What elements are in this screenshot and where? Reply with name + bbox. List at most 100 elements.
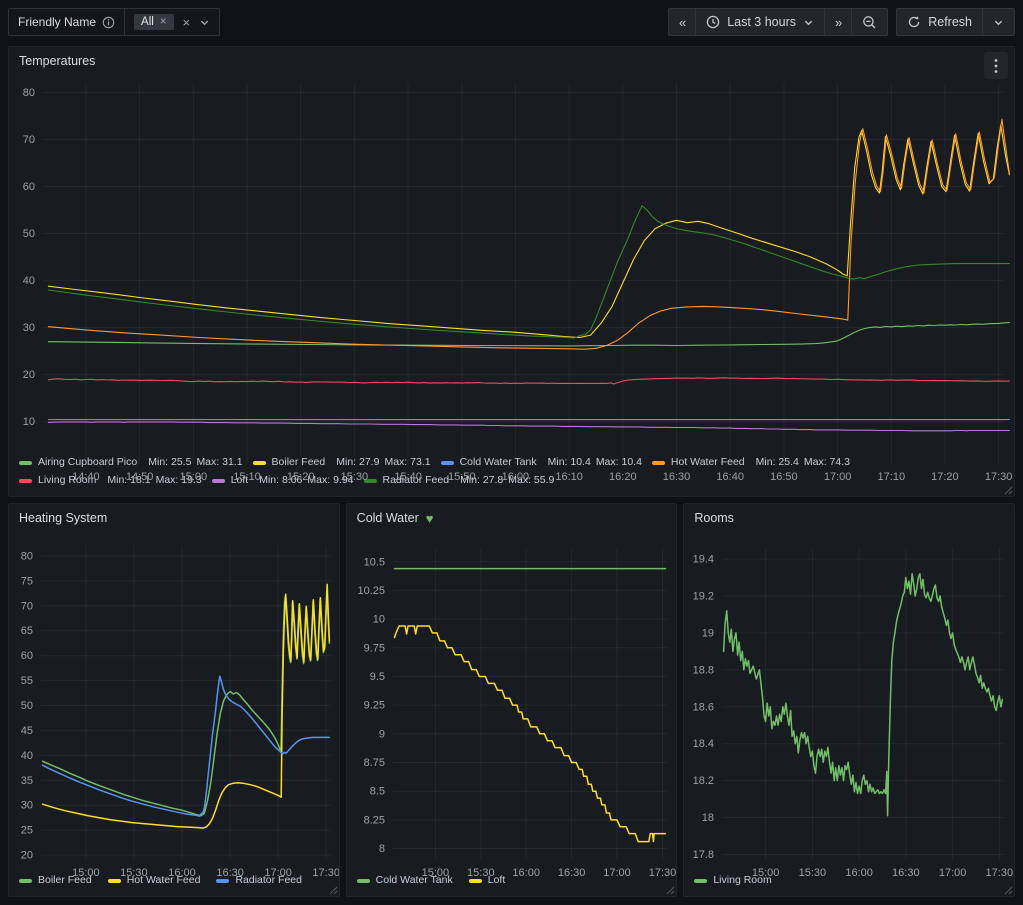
x-tick-label: 16:40 — [716, 471, 744, 483]
y-tick-label: 65 — [21, 625, 33, 637]
panel-header[interactable]: Heating System — [9, 504, 339, 532]
x-tick-label: 15:00 — [421, 867, 449, 879]
y-tick-label: 18.4 — [693, 738, 714, 750]
y-tick-label: 10.5 — [363, 556, 384, 568]
y-tick-label: 18 — [702, 812, 714, 824]
chevron-down-icon[interactable] — [199, 17, 210, 28]
y-tick-label: 8 — [379, 843, 385, 855]
x-tick-label: 16:00 — [168, 867, 196, 879]
filter-value-dropdown[interactable]: All × × — [125, 9, 219, 35]
panel-title: Cold Water — [357, 511, 419, 525]
cold-water-chart[interactable]: 88.258.58.7599.259.59.751010.2510.515:00… — [347, 532, 677, 886]
y-tick-label: 60 — [23, 181, 35, 193]
y-tick-label: 9.75 — [363, 642, 384, 654]
chevron-down-icon — [993, 17, 1004, 28]
series-line-airing_cupboard — [48, 322, 1009, 346]
x-tick-label: 14:50 — [126, 471, 154, 483]
remove-value-icon[interactable]: × — [160, 16, 167, 28]
panel-resize-handle[interactable] — [329, 886, 338, 895]
time-controls: « Last 3 hours » Refresh — [668, 8, 1015, 36]
chart-area[interactable]: 2025303540455055606570758015:0015:3016:0… — [9, 532, 339, 871]
panel-resize-handle[interactable] — [1004, 486, 1013, 495]
series-line-boiler_feed — [48, 125, 1009, 338]
y-tick-label: 19.2 — [693, 591, 714, 603]
x-tick-label: 14:40 — [72, 471, 100, 483]
refresh-label: Refresh — [928, 15, 972, 29]
y-tick-label: 9 — [379, 728, 385, 740]
x-tick-label: 15:00 — [180, 471, 208, 483]
y-tick-label: 60 — [21, 650, 33, 662]
y-tick-label: 9.25 — [363, 700, 384, 712]
panel-title: Rooms — [694, 511, 734, 525]
bottom-row: Heating System 2025303540455055606570758… — [8, 503, 1015, 897]
y-tick-label: 30 — [23, 322, 35, 334]
y-tick-label: 50 — [23, 228, 35, 240]
series-line-living_room — [48, 378, 1009, 384]
x-tick-label: 16:50 — [770, 471, 798, 483]
x-tick-label: 17:00 — [603, 867, 631, 879]
y-tick-label: 10 — [372, 614, 384, 626]
heart-icon: ♥ — [426, 512, 434, 525]
heating-system-chart[interactable]: 2025303540455055606570758015:0015:3016:0… — [9, 532, 339, 886]
y-tick-label: 18.2 — [693, 775, 714, 787]
time-picker-group: « Last 3 hours » — [668, 8, 888, 36]
y-tick-label: 80 — [23, 87, 35, 99]
y-tick-label: 40 — [23, 275, 35, 287]
y-tick-label: 8.25 — [363, 814, 384, 826]
y-tick-label: 18.8 — [693, 664, 714, 676]
info-circle-icon — [102, 16, 115, 29]
dashboard-page: Friendly Name All × × « Last 3 hours — [0, 0, 1023, 905]
panel-title: Heating System — [19, 511, 107, 525]
filter-value-pill[interactable]: All × — [134, 14, 174, 30]
filter-value-text: All — [141, 16, 154, 28]
y-tick-label: 70 — [23, 134, 35, 146]
chart-area[interactable]: 88.258.58.7599.259.59.751010.2510.515:00… — [347, 532, 677, 871]
panel-header[interactable]: Cold Water ♥ — [347, 504, 677, 532]
panel-header[interactable]: Temperatures — [9, 47, 1014, 75]
x-tick-label: 15:30 — [467, 867, 495, 879]
panel-resize-handle[interactable] — [666, 886, 675, 895]
y-tick-label: 18.6 — [693, 701, 714, 713]
panel-heating-system: Heating System 2025303540455055606570758… — [8, 503, 340, 897]
x-tick-label: 16:30 — [216, 867, 244, 879]
y-tick-label: 19.4 — [693, 554, 714, 566]
chart-area[interactable]: 17.81818.218.418.618.81919.219.415:0015:… — [684, 532, 1014, 871]
axis-labels: 102030405060708014:4014:5015:0015:1015:2… — [23, 87, 1013, 483]
kebab-icon — [994, 58, 998, 74]
dashboard-toolbar: Friendly Name All × × « Last 3 hours — [8, 8, 1015, 36]
x-tick-label: 16:30 — [892, 867, 920, 879]
y-tick-label: 10 — [23, 416, 35, 428]
panel-cold-water: Cold Water ♥ 8 8.25 8.5 8.75 9 9.25 9.5 9.75 10 1… — [346, 503, 678, 897]
chart-area[interactable]: 102030405060708014:4014:5015:0015:1015:2… — [9, 75, 1014, 453]
x-tick-label: 16:30 — [663, 471, 691, 483]
temperatures-chart[interactable]: 102030405060708014:4014:5015:0015:1015:2… — [9, 75, 1014, 486]
y-tick-label: 9.5 — [369, 671, 384, 683]
panel-header[interactable]: Rooms — [684, 504, 1014, 532]
y-tick-label: 20 — [23, 369, 35, 381]
time-shift-forward-button[interactable]: » — [824, 9, 851, 35]
y-tick-label: 50 — [21, 700, 33, 712]
panel-rooms: Rooms 17.81818.218.418.618.81919.219.415… — [683, 503, 1015, 897]
chevron-down-icon — [803, 17, 814, 28]
x-tick-label: 17:00 — [264, 867, 292, 879]
refresh-interval-button[interactable] — [982, 9, 1014, 35]
y-tick-label: 45 — [21, 725, 33, 737]
y-tick-label: 75 — [21, 575, 33, 587]
refresh-group: Refresh — [896, 8, 1015, 36]
panel-resize-handle[interactable] — [1004, 886, 1013, 895]
x-tick-label: 17:20 — [931, 471, 959, 483]
x-tick-label: 15:30 — [120, 867, 148, 879]
x-tick-label: 16:00 — [502, 471, 530, 483]
clear-all-icon[interactable]: × — [183, 15, 191, 30]
zoom-out-button[interactable] — [851, 9, 887, 35]
time-range-text: Last 3 hours — [727, 15, 796, 29]
y-tick-label: 8.5 — [369, 786, 384, 798]
zoom-out-icon — [862, 15, 877, 30]
refresh-button[interactable]: Refresh — [897, 9, 982, 35]
grid — [41, 546, 331, 860]
rooms-chart[interactable]: 17.81818.218.418.618.81919.219.415:0015:… — [684, 532, 1014, 886]
x-tick-label: 16:30 — [558, 867, 586, 879]
time-range-picker-button[interactable]: Last 3 hours — [695, 9, 824, 35]
time-shift-back-button[interactable]: « — [669, 9, 695, 35]
y-tick-label: 8.75 — [363, 757, 384, 769]
